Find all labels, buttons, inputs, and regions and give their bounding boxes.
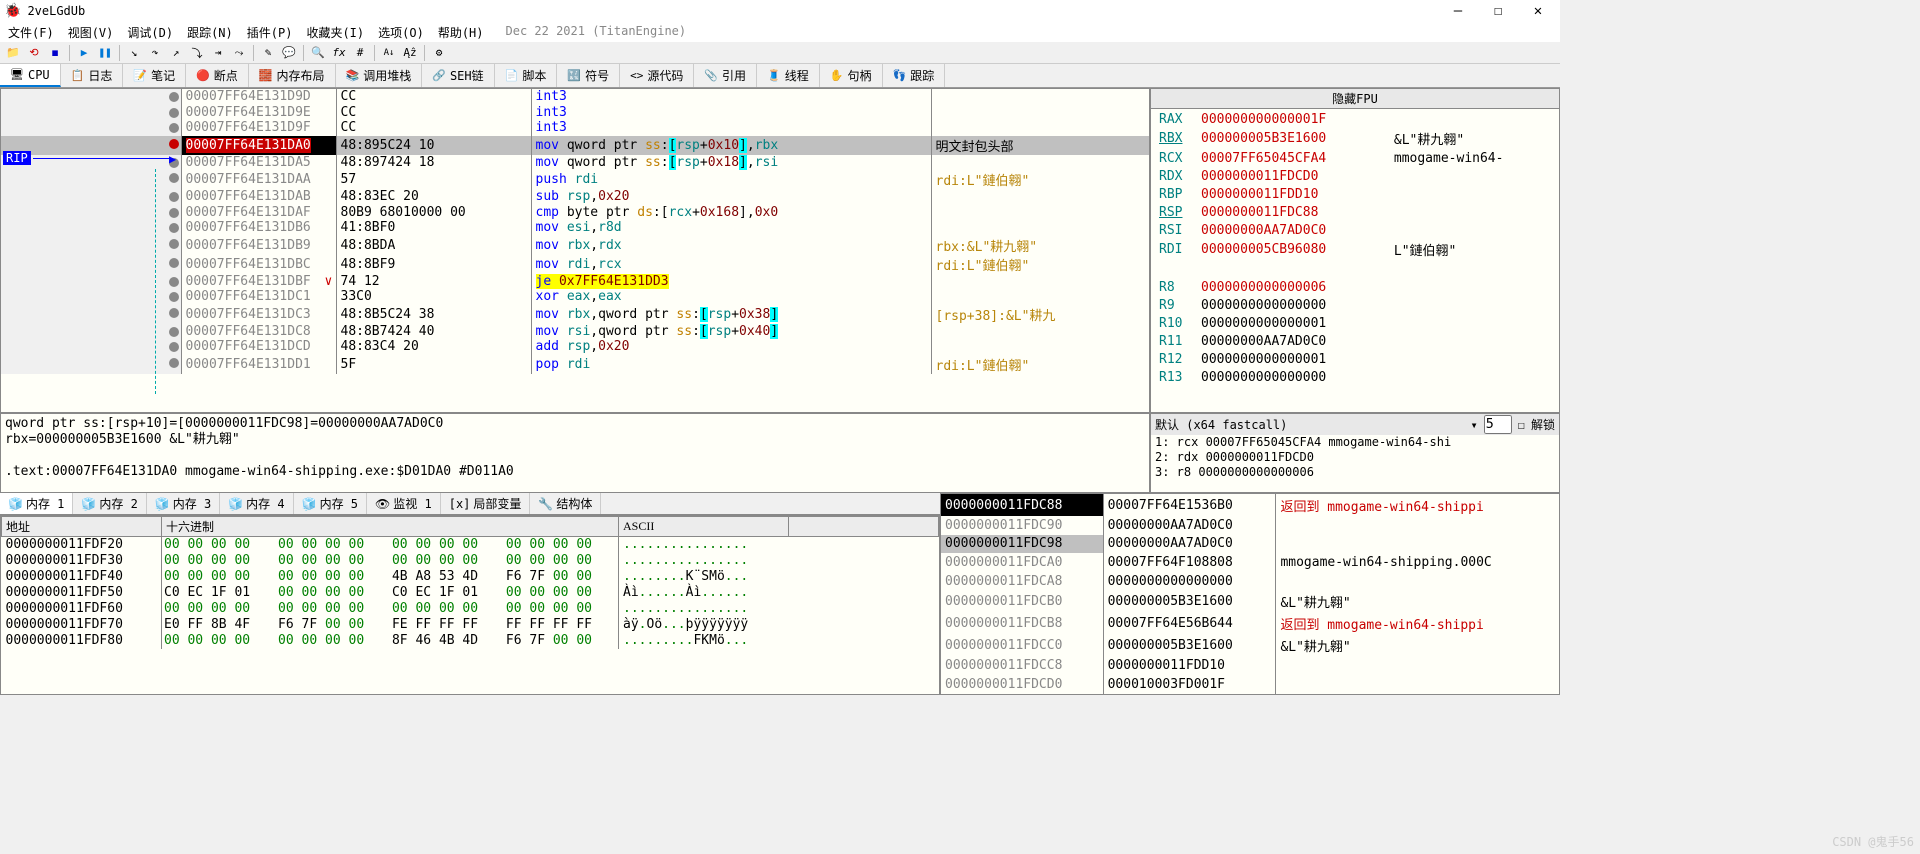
dump-tab[interactable]: 👁监视 1 [367,493,441,514]
comment-icon[interactable]: 💬 [280,44,298,62]
window-close-button[interactable]: ✕ [1528,3,1548,19]
run-icon[interactable]: ▶ [75,44,93,62]
menu-item[interactable]: 视图(V) [68,24,114,40]
dump-tab[interactable]: 🧊内存 4 [220,493,293,514]
tab-5[interactable]: 📚调用堆栈 [336,64,423,87]
args-count-input[interactable] [1484,415,1512,434]
toolbar: 📁 ⟲ ◼ ▶ ❚❚ ↘ ↷ ↗ ⤵ ⇥ ⤳ ✎ 💬 🔍 fx # A↓ Ąẑ … [0,42,1560,64]
dump-tab[interactable]: 🔧结构体 [530,493,601,514]
menu-item[interactable]: 收藏夹(I) [306,24,364,40]
tab-13[interactable]: 👣跟踪 [883,64,946,87]
tab-9[interactable]: <>源代码 [620,64,694,87]
main-tabs: 🖥CPU📋日志📝笔记🔴断点🧱内存布局📚调用堆栈🔗SEH链📄脚本🔣符号<>源代码📎… [0,64,1560,88]
window-max-button[interactable]: ☐ [1488,3,1508,19]
trace-into-icon[interactable]: ⇥ [209,44,227,62]
settings-icon[interactable]: ⚙ [430,44,448,62]
font-icon[interactable]: Ąẑ [401,44,419,62]
menu-item[interactable]: 选项(O) [378,24,424,40]
calling-convention[interactable]: 默认 (x64 fastcall) [1155,416,1465,433]
tab-11[interactable]: 🧵线程 [757,64,820,87]
stack-pane[interactable]: 0000000011FDC8800007FF64E1536B0返回到 mmoga… [940,493,1560,695]
info-pane: qword ptr ss:[rsp+10]=[0000000011FDC98]=… [0,413,1150,493]
dump-tab[interactable]: 🧊内存 2 [73,493,146,514]
step-icon[interactable]: ⤵ [188,44,206,62]
trace-over-icon[interactable]: ⤳ [230,44,248,62]
text-icon[interactable]: A↓ [380,44,398,62]
menu-item[interactable]: 跟踪(N) [187,24,233,40]
dump-tab[interactable]: [x]局部变量 [441,493,531,514]
rip-indicator: RIP [3,151,31,165]
step-over-icon[interactable]: ↷ [146,44,164,62]
dump-tab[interactable]: 🧊内存 3 [147,493,220,514]
tab-7[interactable]: 📄脚本 [495,64,558,87]
step-out-icon[interactable]: ↗ [167,44,185,62]
dump-tabs: 🧊内存 1🧊内存 2🧊内存 3🧊内存 4🧊内存 5👁监视 1[x]局部变量🔧结构… [0,493,940,515]
dump-tab[interactable]: 🧊内存 1 [0,493,73,514]
app-icon: 🐞 [4,3,21,19]
menu-item[interactable]: 插件(P) [247,24,293,40]
fx-icon[interactable]: fx [330,44,348,62]
tab-8[interactable]: 🔣符号 [557,64,620,87]
tab-1[interactable]: 📋日志 [61,64,124,87]
tab-6[interactable]: 🔗SEH链 [422,64,494,87]
hash-icon[interactable]: # [351,44,369,62]
menubar: 文件(F) 视图(V) 调试(D) 跟踪(N) 插件(P) 收藏夹(I) 选项(O) 帮助(H… [0,22,1560,42]
args-pane[interactable]: 默认 (x64 fastcall) ▾ ☐解锁 1: rcx 00007FF65… [1150,413,1560,493]
window-min-button[interactable]: — [1448,3,1468,19]
dump-pane[interactable]: 地址十六进制ASCII0000000011FDF2000 00 00 00 00… [0,515,940,695]
window-title: 2veLGdUb [27,4,85,18]
menu-item[interactable]: 调试(D) [127,24,173,40]
search-icon[interactable]: 🔍 [309,44,327,62]
tab-12[interactable]: ✋句柄 [820,64,883,87]
tab-3[interactable]: 🔴断点 [186,64,249,87]
tab-0[interactable]: 🖥CPU [0,64,61,87]
disassembly-pane[interactable]: RIP ▶ 00007FF64E131D9DCCint300007FF64E13… [0,88,1150,413]
patch-icon[interactable]: ✎ [259,44,277,62]
step-into-icon[interactable]: ↘ [125,44,143,62]
menu-item[interactable]: 帮助(H) [438,24,484,40]
fpu-toggle[interactable]: 隐藏FPU [1151,89,1559,109]
menu-item[interactable]: 文件(F) [8,24,54,40]
open-icon[interactable]: 📁 [4,44,22,62]
watermark: CSDN @鬼手56 [1832,833,1914,850]
build-date: Dec 22 2021 (TitanEngine) [506,24,687,40]
stop-icon[interactable]: ◼ [46,44,64,62]
pause-icon[interactable]: ❚❚ [96,44,114,62]
registers-pane[interactable]: 隐藏FPU RAX000000000000001FRBX000000005B3E… [1150,88,1560,413]
unlock-checkbox[interactable]: 解锁 [1531,416,1555,433]
tab-4[interactable]: 🧱内存布局 [249,64,336,87]
titlebar: 🐞 2veLGdUb — ☐ ✕ [0,0,1560,22]
tab-2[interactable]: 📝笔记 [123,64,186,87]
restart-icon[interactable]: ⟲ [25,44,43,62]
dump-tab[interactable]: 🧊内存 5 [294,493,367,514]
tab-10[interactable]: 📎引用 [694,64,757,87]
